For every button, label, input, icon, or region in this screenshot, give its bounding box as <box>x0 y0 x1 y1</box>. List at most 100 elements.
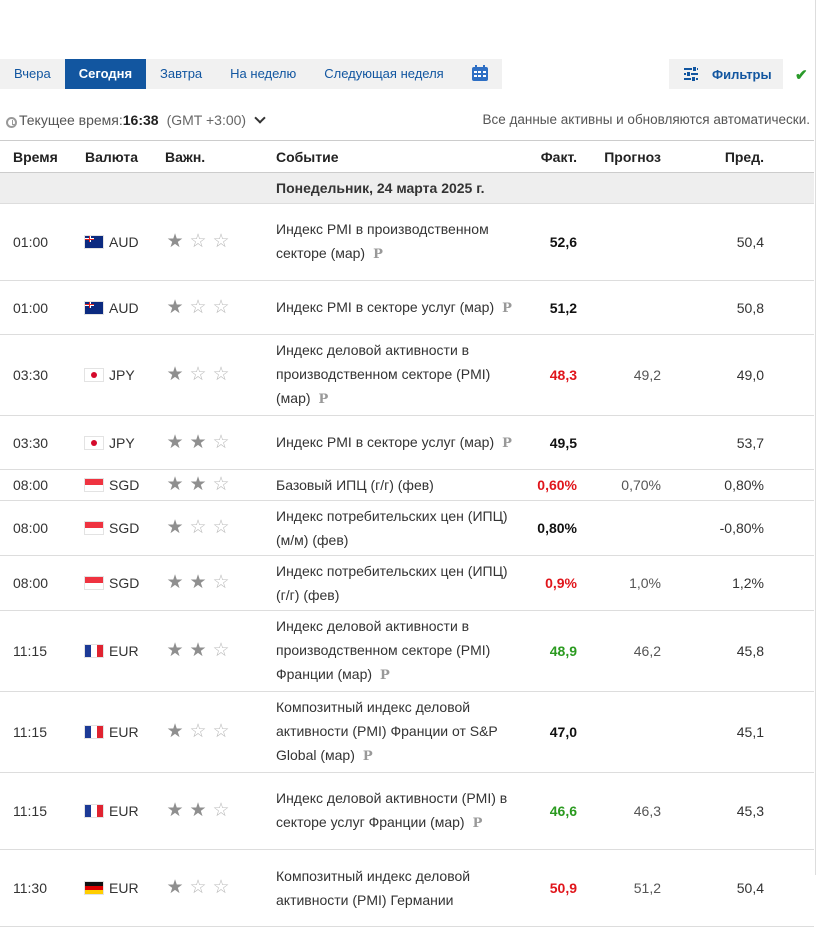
event-time: 11:15 <box>0 772 83 850</box>
event-time: 03:30 <box>0 415 83 470</box>
event-cell: Индекс потребительских цен (ИПЦ) (г/г) (… <box>276 555 537 611</box>
flag-eur-icon <box>85 726 103 738</box>
event-name-link[interactable]: Индекс PMI в секторе услуг (мар) <box>276 299 494 315</box>
table-row[interactable]: 11:30 EUR ★ ☆ ☆ Композитный индекс деловой ак… <box>0 849 814 927</box>
event-forecast <box>599 280 683 335</box>
event-name-link[interactable]: Индекс потребительских цен (ИПЦ) (м/м) (… <box>276 508 508 548</box>
event-time: 08:00 <box>0 469 83 501</box>
tab-tomorrow[interactable]: Завтра <box>146 59 216 89</box>
event-previous: 45,1 <box>683 691 814 773</box>
calendar-icon <box>471 65 488 81</box>
timezone-value: (GMT +3:00) <box>166 112 247 128</box>
tab-this-week[interactable]: На неделю <box>216 59 310 89</box>
event-name-link[interactable]: Композитный индекс деловой активности (P… <box>276 699 498 763</box>
event-currency: EUR <box>109 803 139 819</box>
event-importance: ★ ☆ ☆ <box>165 203 276 281</box>
star-filled-icon: ★ <box>189 431 207 453</box>
star-filled-icon: ★ <box>189 640 207 661</box>
event-currency-cell: SGD <box>83 469 165 501</box>
event-forecast: 46,3 <box>599 772 683 850</box>
event-importance: ★ ★ ☆ <box>165 469 276 501</box>
flag-deu-icon <box>85 882 103 894</box>
event-importance: ★ ☆ ☆ <box>165 500 276 556</box>
flag-eur-icon <box>85 805 103 817</box>
header-previous[interactable]: Пред. <box>683 140 814 173</box>
economic-calendar-table: Время Валюта Важн. Событие Факт. Прогноз… <box>0 140 814 927</box>
header-time[interactable]: Время <box>0 140 83 173</box>
table-row[interactable]: 11:15 EUR ★ ★ ☆ Индекс деловой активности в п… <box>0 610 814 692</box>
clock-icon <box>6 117 17 128</box>
flag-jpy-icon <box>85 369 103 381</box>
star-filled-icon: ★ <box>166 364 184 385</box>
event-cell: Индекс PMI в секторе услуг (мар) P <box>276 280 537 335</box>
event-forecast: 51,2 <box>599 849 683 927</box>
event-name-link[interactable]: Композитный индекс деловой активности (P… <box>276 868 470 908</box>
header-forecast[interactable]: Прогноз <box>599 140 683 173</box>
tab-next-week[interactable]: Следующая неделя <box>310 59 457 89</box>
star-empty-icon: ☆ <box>212 431 230 453</box>
event-currency-cell: SGD <box>83 555 165 611</box>
tab-yesterday[interactable]: Вчера <box>0 59 65 89</box>
event-actual: 47,0 <box>537 691 599 773</box>
preliminary-icon: P <box>502 300 512 316</box>
table-row[interactable]: 03:30 JPY ★ ★ ☆ Индекс PMI в секторе услуг (м… <box>0 415 814 470</box>
event-cell: Индекс потребительских цен (ИПЦ) (м/м) (… <box>276 500 537 556</box>
event-name-link[interactable]: Индекс деловой активности в производстве… <box>276 342 490 406</box>
event-actual: 0,80% <box>537 500 599 556</box>
auto-update-note: Все данные активны и обновляются автомат… <box>482 112 811 127</box>
star-filled-icon: ★ <box>166 572 184 593</box>
preliminary-icon: P <box>380 668 390 683</box>
event-currency: SGD <box>109 520 140 536</box>
event-previous: 50,8 <box>683 280 814 335</box>
event-currency-cell: AUD <box>83 280 165 335</box>
top-edge <box>0 0 816 8</box>
star-empty-icon: ☆ <box>189 877 207 898</box>
timezone-dropdown-chevron-icon[interactable] <box>254 112 266 124</box>
event-currency: EUR <box>109 724 139 740</box>
star-filled-icon: ★ <box>166 231 184 252</box>
event-importance: ★ ☆ ☆ <box>165 280 276 335</box>
event-previous: -0,80% <box>683 500 814 556</box>
event-previous: 0,80% <box>683 469 814 501</box>
header-event[interactable]: Событие <box>276 140 537 173</box>
star-filled-icon: ★ <box>166 431 184 453</box>
flag-aud-icon <box>85 301 103 314</box>
star-empty-icon: ☆ <box>189 517 207 538</box>
table-row[interactable]: 08:00 SGD ★ ★ ☆ Индекс потребительских цен (И… <box>0 555 814 611</box>
table-row[interactable]: 03:30 JPY ★ ☆ ☆ Индекс деловой активности в п… <box>0 334 814 416</box>
event-currency-cell: EUR <box>83 691 165 773</box>
event-actual: 52,6 <box>537 203 599 281</box>
flag-jpy-icon <box>85 436 103 449</box>
header-actual[interactable]: Факт. <box>537 140 599 173</box>
table-row[interactable]: 01:00 AUD ★ ☆ ☆ Индекс PMI в секторе услуг (м… <box>0 280 814 335</box>
star-filled-icon: ★ <box>189 474 207 495</box>
table-row[interactable]: 11:15 EUR ★ ☆ ☆ Композитный индекс деловой ак… <box>0 691 814 773</box>
sliders-icon <box>684 66 698 82</box>
event-time: 01:00 <box>0 280 83 335</box>
event-actual: 48,3 <box>537 334 599 416</box>
header-currency[interactable]: Валюта <box>83 140 165 173</box>
star-filled-icon: ★ <box>166 721 184 742</box>
event-previous: 45,3 <box>683 772 814 850</box>
event-name-link[interactable]: Индекс потребительских цен (ИПЦ) (г/г) (… <box>276 563 508 603</box>
event-cell: Композитный индекс деловой активности (P… <box>276 691 537 773</box>
star-filled-icon: ★ <box>166 800 184 821</box>
calendar-button[interactable] <box>458 59 502 89</box>
star-empty-icon: ☆ <box>212 800 230 821</box>
table-row[interactable]: 01:00 AUD ★ ☆ ☆ Индекс PMI в производственном… <box>0 203 814 281</box>
event-name-link[interactable]: Базовый ИПЦ (г/г) (фев) <box>276 477 434 493</box>
event-importance: ★ ☆ ☆ <box>165 334 276 416</box>
filters-button[interactable]: Фильтры <box>669 59 783 89</box>
table-row[interactable]: 11:15 EUR ★ ★ ☆ Индекс деловой активности (PM… <box>0 772 814 850</box>
event-importance: ★ ☆ ☆ <box>165 849 276 927</box>
event-previous: 49,0 <box>683 334 814 416</box>
star-filled-icon: ★ <box>166 474 184 495</box>
event-currency: JPY <box>109 434 135 451</box>
event-name-link[interactable]: Индекс PMI в секторе услуг (мар) <box>276 434 494 450</box>
tab-today[interactable]: Сегодня <box>64 59 147 89</box>
table-row[interactable]: 08:00 SGD ★ ☆ ☆ Индекс потребительских цен (И… <box>0 500 814 556</box>
header-importance[interactable]: Важн. <box>165 140 276 173</box>
star-empty-icon: ☆ <box>212 231 230 252</box>
event-time: 11:15 <box>0 610 83 692</box>
table-row[interactable]: 08:00 SGD ★ ★ ☆ Базовый ИПЦ (г/г) (фев) 0,60% 0… <box>0 469 814 501</box>
